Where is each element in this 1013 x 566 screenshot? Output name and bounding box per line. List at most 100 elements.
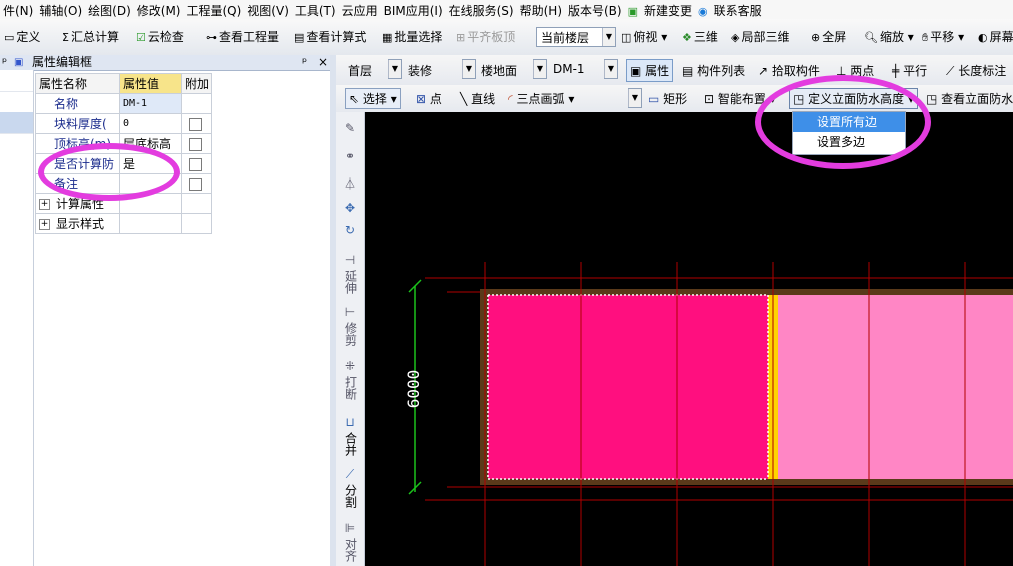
- component-combo[interactable]: ▼: [604, 59, 618, 79]
- menu-axis[interactable]: 辅轴(O): [36, 0, 85, 19]
- group-display[interactable]: + 显示样式: [35, 213, 120, 234]
- trim-button[interactable]: 修剪: [336, 322, 364, 346]
- drawing-canvas[interactable]: 6000: [365, 112, 1013, 566]
- extra-checkbox[interactable]: [189, 117, 202, 131]
- align-icon[interactable]: ⊫: [336, 522, 364, 535]
- extra-checkbox[interactable]: [189, 157, 202, 171]
- define-button[interactable]: ▭ 定义: [4, 19, 40, 55]
- menu-cloud[interactable]: 云应用: [339, 0, 381, 19]
- cube-icon: ◫: [621, 31, 632, 44]
- zoom-button[interactable]: 🔍︎ 缩放 ▾: [864, 19, 914, 55]
- panel-left-pin[interactable]: ᵖ: [2, 55, 7, 70]
- menu-quantity[interactable]: 工程量(Q): [183, 0, 244, 19]
- menu-bim[interactable]: BIM应用(I): [381, 0, 446, 19]
- menu-file[interactable]: 件(N): [0, 0, 36, 19]
- list-icon: ▤: [682, 64, 694, 78]
- table-group-row[interactable]: + 显示样式: [35, 213, 212, 234]
- merge-icon[interactable]: ⊔: [336, 416, 364, 429]
- panel-icon: ▣: [14, 57, 24, 68]
- mirror-icon[interactable]: ⏃: [336, 178, 364, 191]
- component-list-button[interactable]: ▤ 构件列表: [682, 62, 745, 79]
- menu-draw[interactable]: 绘图(D): [85, 0, 134, 19]
- point-button[interactable]: ⊠ 点: [416, 90, 442, 107]
- parallel-button[interactable]: ╪ 平行: [892, 62, 927, 79]
- draw-combo[interactable]: ▼: [628, 88, 642, 108]
- menu-tools[interactable]: 工具(T): [292, 0, 339, 19]
- trim-icon[interactable]: ⊢: [336, 306, 364, 319]
- annotation-circle: [755, 75, 931, 169]
- empty-cell: [181, 193, 212, 214]
- extra-checkbox[interactable]: [189, 177, 202, 191]
- parallel-icon: ╪: [892, 64, 900, 78]
- menu-online[interactable]: 在线服务(S): [446, 0, 517, 19]
- properties-button[interactable]: ▣ 属性: [626, 59, 674, 82]
- break-icon[interactable]: ⁜: [336, 360, 364, 373]
- fullscreen-button[interactable]: ⊕ 全屏: [811, 19, 846, 55]
- menu-modify[interactable]: 修改(M): [134, 0, 184, 19]
- view-formula-button[interactable]: ▤ 查看计算式: [294, 19, 366, 55]
- header-extra: 附加: [181, 73, 212, 94]
- select-button[interactable]: ⇖ 选择 ▾: [345, 88, 401, 109]
- rect-button[interactable]: ▭ 矩形: [648, 90, 687, 107]
- tree-row[interactable]: [0, 91, 33, 113]
- floor-combo[interactable]: ▼: [388, 59, 402, 79]
- extra-cell: [181, 133, 212, 154]
- expand-icon[interactable]: +: [39, 199, 50, 210]
- floor-label: 首层: [348, 64, 373, 78]
- move-icon[interactable]: ✥: [336, 202, 364, 215]
- check-icon: ☑: [136, 31, 146, 44]
- chevron-down-icon: ▼: [533, 60, 546, 78]
- table-header: 属性名称 属性值 附加: [35, 73, 212, 94]
- screen-button[interactable]: ◐ 屏幕: [978, 19, 1013, 55]
- menu-support[interactable]: 联系客服: [711, 0, 765, 19]
- floor-region: [778, 295, 1013, 479]
- close-icon[interactable]: ×: [318, 55, 328, 70]
- pin-icon[interactable]: ᵖ: [302, 55, 307, 70]
- extend-button[interactable]: 延伸: [336, 270, 364, 294]
- rotate-icon[interactable]: ↻: [336, 224, 364, 237]
- menu-bar: 件(N) 辅轴(O) 绘图(D) 修改(M) 工程量(Q) 视图(V) 工具(T) 云应用 BI…: [0, 0, 1013, 19]
- 3d-button[interactable]: ❖ 三维: [682, 19, 718, 55]
- view-quantity-button[interactable]: ⊶ 查看工程量: [206, 19, 279, 55]
- align-button[interactable]: 对齐: [336, 538, 364, 562]
- align-slab-button[interactable]: ⊞ 平齐板顶: [456, 19, 515, 55]
- menu-view[interactable]: 视图(V): [244, 0, 292, 19]
- tree-row[interactable]: [0, 70, 33, 92]
- menu-version[interactable]: 版本号(B): [565, 0, 625, 19]
- main-toolbar: ▭ 定义 Σ 汇总计算 ☑ 云检查 ⊶ 查看工程量 ▤ 查看计算式 ▦ 批量选择 ⊞ 平齐板顶…: [0, 19, 1013, 56]
- split-button[interactable]: 分割: [336, 484, 364, 508]
- table-row[interactable]: 块料厚度( 0: [35, 113, 212, 134]
- length-mark-button[interactable]: ⟋ 长度标注: [946, 62, 1006, 79]
- extend-icon[interactable]: ⊣: [336, 254, 364, 267]
- tree-row-selected[interactable]: [0, 112, 33, 134]
- arc-button[interactable]: ◜ 三点画弧 ▾: [508, 90, 574, 107]
- properties-icon: ▣: [630, 64, 642, 78]
- table-row[interactable]: 名称 DM-1: [35, 93, 212, 114]
- prop-value[interactable]: DM-1: [119, 93, 182, 114]
- local-3d-button[interactable]: ◈ 局部三维: [731, 19, 789, 55]
- chevron-down-icon: ▼: [604, 60, 617, 78]
- expand-icon[interactable]: +: [39, 219, 50, 230]
- menu-new-change[interactable]: 新建变更: [641, 0, 695, 19]
- brush-icon[interactable]: ✎: [336, 122, 364, 135]
- type-combo[interactable]: ▼: [533, 59, 547, 79]
- break-button[interactable]: 打断: [336, 376, 364, 400]
- define-icon: ▭: [4, 31, 15, 44]
- chevron-down-icon: ▼: [462, 60, 475, 78]
- batch-select-button[interactable]: ▦ 批量选择: [382, 19, 442, 55]
- menu-help[interactable]: 帮助(H): [517, 0, 565, 19]
- split-icon[interactable]: ⟋: [336, 468, 364, 481]
- top-view-button[interactable]: ◫ 俯视 ▾: [621, 19, 667, 55]
- view-height-button[interactable]: ◳ 查看立面防水: [926, 90, 1013, 107]
- line-button[interactable]: ╲ 直线: [460, 90, 495, 107]
- cloud-check-button[interactable]: ☑ 云检查: [136, 19, 184, 55]
- pick-component-button[interactable]: ↗ 拾取构件: [758, 62, 820, 79]
- pan-button[interactable]: ✋︎ 平移 ▾: [922, 19, 964, 55]
- current-floor-combo[interactable]: 当前楼层 ▼: [536, 27, 616, 47]
- prop-value[interactable]: 0: [119, 113, 182, 134]
- sum-calc-button[interactable]: Σ 汇总计算: [62, 19, 119, 55]
- merge-button[interactable]: 合并: [336, 432, 364, 456]
- category-combo[interactable]: ▼: [462, 59, 476, 79]
- extra-checkbox[interactable]: [189, 137, 202, 151]
- copy-icon[interactable]: ⚭: [336, 150, 364, 163]
